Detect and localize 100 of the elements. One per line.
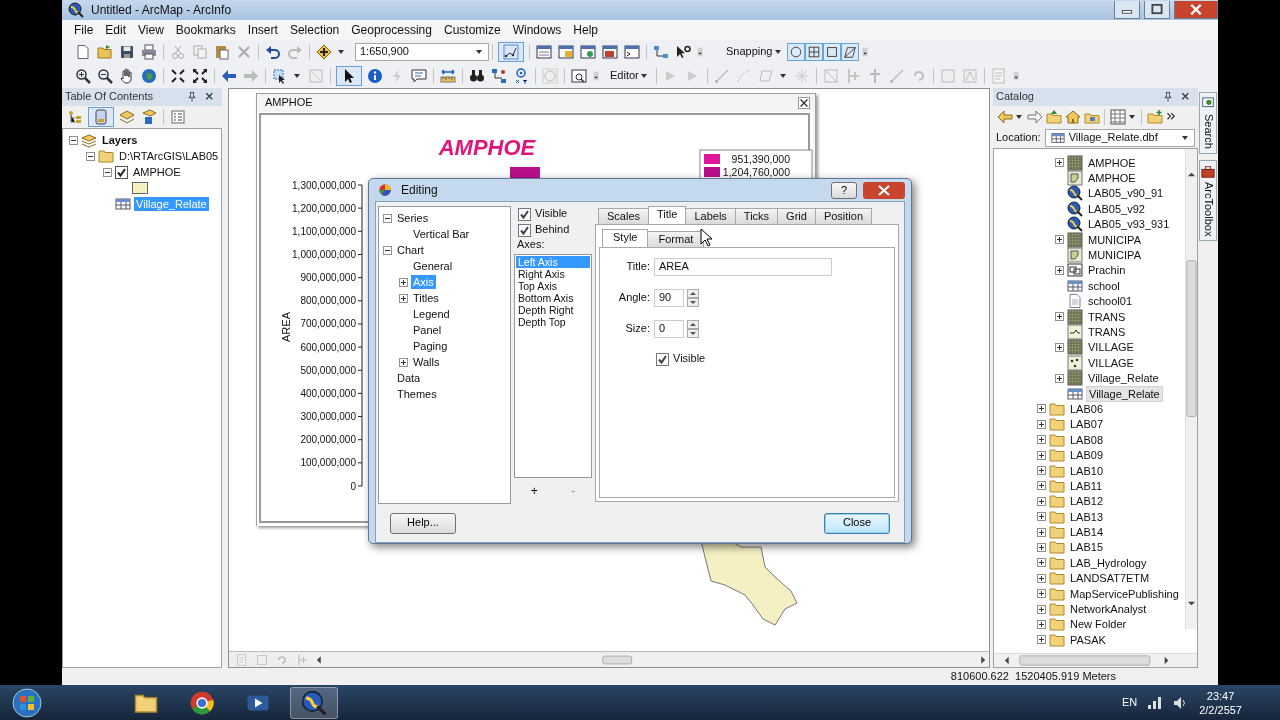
expand-icon[interactable] [1037,435,1046,445]
tree-item[interactable]: school [1086,278,1122,293]
options-icon[interactable] [170,109,186,125]
expand-icon[interactable] [1055,373,1064,383]
zoom-out-icon[interactable] [97,68,113,84]
list-item[interactable]: Depth Top [516,316,590,328]
expand-icon[interactable] [1055,342,1064,352]
menu-item[interactable]: Help [567,22,605,38]
spinner-arrows-icon[interactable] [687,289,699,307]
arrows-outward-icon[interactable] [192,68,208,84]
list-item[interactable]: Right Axis [516,268,590,280]
location-dropdown[interactable]: Village_Relate.dbf [1044,129,1195,147]
route-icon[interactable] [491,68,507,84]
side-tab[interactable]: ArcToolbox [1199,159,1217,242]
checkbox[interactable] [518,223,531,237]
tree-item[interactable]: Panel [411,323,444,337]
tree-item[interactable]: LAB12 [1068,494,1106,509]
expand-icon[interactable] [1055,235,1064,245]
close-button[interactable]: Close [824,512,890,534]
expand-icon[interactable] [1037,466,1046,475]
spinner-arrows-icon[interactable] [687,320,699,338]
expand-icon[interactable] [399,293,408,303]
measure-ruler-icon[interactable] [440,68,456,84]
tree-item[interactable]: D:\RTArcGIS\LAB05 [117,149,221,163]
help-button[interactable]: Help... [390,512,456,534]
tab[interactable]: Ticks [734,208,779,224]
menu-item[interactable]: Geoprocessing [345,22,438,38]
tab[interactable]: Format [647,231,705,247]
expand-icon[interactable] [1037,542,1046,552]
expand-icon[interactable] [1037,619,1046,629]
menu-item[interactable]: Customize [437,22,507,38]
tree-item[interactable]: Walls [411,355,442,369]
tab[interactable]: Style [602,229,649,247]
text-field[interactable]: AREA [654,258,832,276]
taskbar-app[interactable] [290,686,338,719]
expand-icon[interactable] [1055,265,1064,275]
tab[interactable]: Title [648,206,687,224]
point-snap-icon[interactable] [786,43,805,61]
vertex-line-icon[interactable] [503,44,519,60]
restore-icon[interactable] [1144,1,1170,19]
expand-icon[interactable] [1037,419,1046,429]
list-item[interactable]: Depth Right [516,304,590,316]
tree-item[interactable]: LAB13 [1068,509,1106,524]
tree-item[interactable]: MapServicePublishing [1068,586,1181,601]
scrollbar[interactable] [1185,149,1197,629]
open-folder-icon[interactable] [97,44,113,60]
checkbox[interactable] [518,207,531,221]
checkbox[interactable] [115,165,128,179]
tree-item[interactable]: LAB10 [1068,463,1106,478]
number-field[interactable]: 0 [654,320,684,338]
expand-icon[interactable] [1055,158,1064,168]
expand-icon[interactable] [399,357,408,367]
arrows-inward-icon[interactable] [170,68,186,84]
minimize-icon[interactable] [1114,1,1140,19]
expand-icon[interactable] [1055,312,1064,322]
tab[interactable]: Labels [685,208,736,224]
tab[interactable]: Scales [598,208,650,224]
add-button[interactable]: + [522,484,546,498]
menu-item[interactable]: View [132,22,170,38]
tree-item[interactable]: LAB05_v93_931 [1086,217,1172,232]
tree-item[interactable]: TRANS [1086,325,1128,339]
model-link-icon[interactable] [653,44,669,60]
side-tab[interactable]: Search [1199,92,1217,154]
paste-icon[interactable] [214,44,230,60]
tree-item[interactable]: LAB_Hydrology [1068,555,1149,570]
tree-item[interactable]: LAB05_v90_91 [1086,186,1166,201]
expand-icon[interactable] [1037,635,1046,645]
tree-item[interactable]: LAB09 [1068,448,1106,463]
tree-item[interactable]: LAB06 [1068,401,1106,416]
pan-hand-icon[interactable] [119,68,135,84]
tree-item[interactable]: Paging [411,339,450,353]
tree-item[interactable]: General [411,259,455,273]
back-arrow-icon[interactable] [221,68,237,84]
collapse-icon[interactable] [383,213,392,223]
tree-item[interactable]: TRANS [1086,309,1128,324]
expand-icon[interactable] [1037,589,1046,599]
binoculars-icon[interactable] [469,68,485,84]
tree-item[interactable]: VILLAGE [1086,340,1136,355]
speech-bubble-icon[interactable] [411,68,427,84]
tree-item[interactable]: LAB05_v92 [1086,201,1147,216]
clock[interactable]: 23:47 2/2/2557 [1199,688,1242,717]
tree-item[interactable]: LAB14 [1068,525,1106,540]
info-icon[interactable] [367,68,383,84]
toolbox-window-icon[interactable] [602,44,618,60]
expand-icon[interactable] [1037,512,1046,522]
editor-menu[interactable]: Editor [606,66,653,86]
tree-item[interactable]: LAB15 [1068,540,1106,555]
undo-icon[interactable] [265,44,281,60]
pin-icon[interactable] [1162,91,1174,103]
printer-icon[interactable] [141,44,157,60]
tree-item[interactable]: AMPHOE [1086,155,1138,170]
help-button[interactable]: ? [831,181,857,199]
globe-icon[interactable] [141,68,157,84]
collapse-icon[interactable] [383,245,392,255]
close-icon[interactable] [798,97,810,109]
tree-item[interactable]: New Folder [1068,617,1129,632]
scale-dropdown[interactable]: 1:650,900 [355,43,489,61]
tree-item[interactable]: MUNICIPA [1086,248,1143,263]
expand-icon[interactable] [1037,450,1046,460]
command-window-icon[interactable] [624,44,640,60]
